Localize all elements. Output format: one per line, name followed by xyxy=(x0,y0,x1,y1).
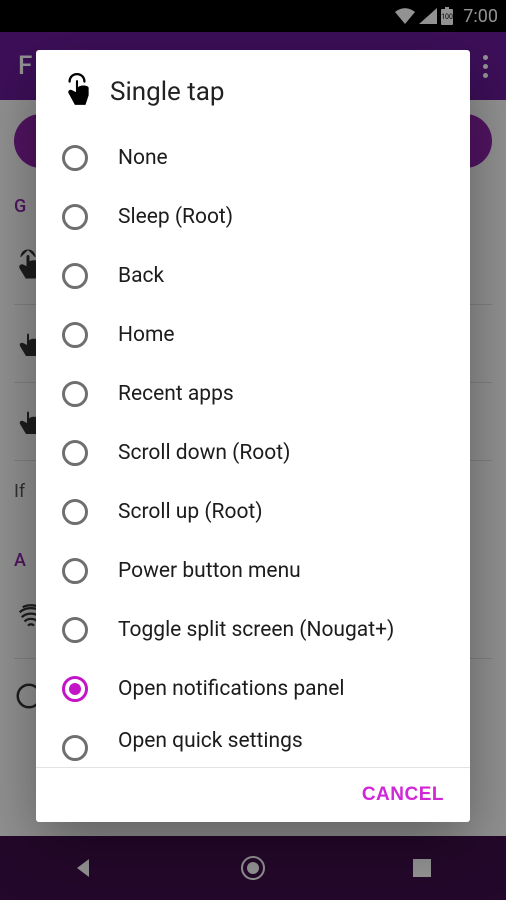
radio-icon xyxy=(62,322,88,348)
option-open-quick-settings[interactable]: Open quick settings xyxy=(62,718,460,767)
option-label: Open notifications panel xyxy=(118,677,344,701)
dialog-option-list[interactable]: None Sleep (Root) Back Home Recent apps … xyxy=(36,128,470,767)
option-open-notifications-panel[interactable]: Open notifications panel xyxy=(62,659,460,718)
option-toggle-split-screen[interactable]: Toggle split screen (Nougat+) xyxy=(62,600,460,659)
option-label: Scroll up (Root) xyxy=(118,500,263,524)
option-label: Open quick settings xyxy=(118,731,303,752)
dialog-title: Single tap xyxy=(110,77,225,107)
option-back[interactable]: Back xyxy=(62,246,460,305)
option-label: Toggle split screen (Nougat+) xyxy=(118,618,394,642)
option-scroll-up-root[interactable]: Scroll up (Root) xyxy=(62,482,460,541)
option-sleep-root[interactable]: Sleep (Root) xyxy=(62,187,460,246)
option-none[interactable]: None xyxy=(62,128,460,187)
option-label: None xyxy=(118,146,168,170)
option-label: Scroll down (Root) xyxy=(118,441,290,465)
radio-icon xyxy=(62,676,88,702)
radio-icon xyxy=(62,145,88,171)
option-scroll-down-root[interactable]: Scroll down (Root) xyxy=(62,423,460,482)
radio-icon xyxy=(62,499,88,525)
option-label: Recent apps xyxy=(118,382,234,406)
radio-icon xyxy=(62,204,88,230)
single-tap-dialog: Single tap None Sleep (Root) Back Home R… xyxy=(36,50,470,822)
radio-icon xyxy=(62,558,88,584)
radio-icon xyxy=(62,440,88,466)
cancel-button[interactable]: CANCEL xyxy=(362,784,444,806)
option-label: Sleep (Root) xyxy=(118,205,233,229)
dialog-actions: CANCEL xyxy=(36,767,470,822)
option-power-button-menu[interactable]: Power button menu xyxy=(62,541,460,600)
radio-icon xyxy=(62,617,88,643)
option-recent-apps[interactable]: Recent apps xyxy=(62,364,460,423)
radio-icon xyxy=(62,263,88,289)
single-tap-icon xyxy=(62,72,92,112)
option-label: Back xyxy=(118,264,164,288)
radio-icon xyxy=(62,381,88,407)
option-home[interactable]: Home xyxy=(62,305,460,364)
option-label: Power button menu xyxy=(118,559,301,583)
option-label: Home xyxy=(118,323,175,347)
radio-icon xyxy=(62,735,88,761)
dialog-title-row: Single tap xyxy=(36,50,470,128)
